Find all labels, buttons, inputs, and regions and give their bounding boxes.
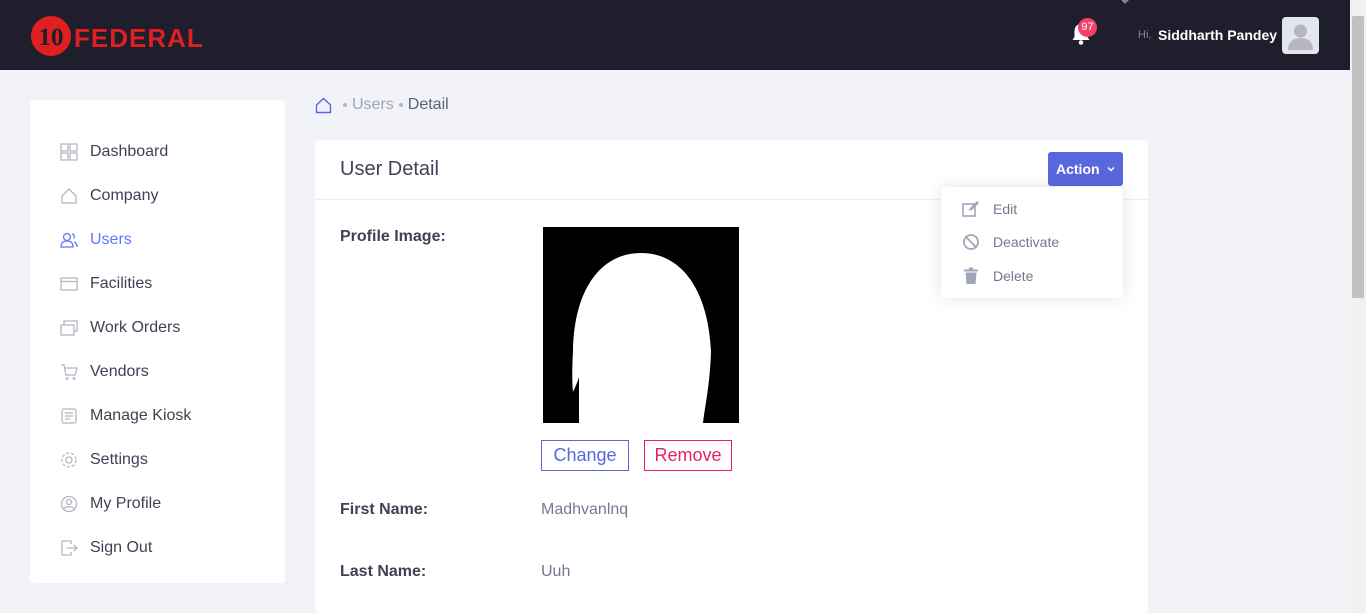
greeting-text: Hi,	[1138, 29, 1152, 41]
last-name-label: Last Name:	[340, 563, 427, 580]
first-name-label: First Name:	[340, 501, 429, 518]
sidebar-item-label: Sign Out	[90, 539, 153, 556]
top-caret-icon	[1121, 0, 1129, 4]
avatar[interactable]	[1282, 17, 1319, 54]
remove-image-button[interactable]: Remove	[644, 440, 732, 471]
notification-badge: 97	[1078, 18, 1097, 37]
sidebar-item-manage-kiosk[interactable]: Manage Kiosk	[30, 396, 285, 436]
sidebar-item-dashboard[interactable]: Dashboard	[30, 132, 285, 172]
delete-menu-item[interactable]: Delete	[941, 261, 1123, 291]
first-name-value: Madhvanlnq	[541, 501, 629, 518]
profile-image	[543, 227, 739, 423]
cart-icon	[61, 364, 78, 380]
sidebar-item-sign-out[interactable]: Sign Out	[30, 528, 285, 568]
profile-image-label: Profile Image:	[340, 228, 446, 245]
action-dropdown-menu: Edit Deactivate Delete	[941, 187, 1123, 298]
brand-logo[interactable]: 10 FEDERAL	[30, 14, 240, 58]
sidebar-item-label: Manage Kiosk	[90, 407, 192, 424]
trash-icon	[964, 267, 978, 284]
sidebar-item-label: Vendors	[90, 363, 149, 380]
deactivate-label: Deactivate	[993, 234, 1060, 250]
card-title: User Detail	[340, 158, 439, 180]
users-icon	[60, 232, 78, 248]
breadcrumb-separator	[343, 103, 347, 107]
edit-label: Edit	[993, 201, 1018, 217]
deactivate-menu-item[interactable]: Deactivate	[941, 227, 1123, 257]
sidebar-item-facilities[interactable]: Facilities	[30, 264, 285, 304]
action-dropdown-button[interactable]: Action	[1048, 152, 1123, 186]
sign-out-icon	[61, 540, 78, 556]
sidebar-item-label: Settings	[90, 451, 148, 468]
last-name-value: Uuh	[541, 563, 571, 580]
sidebar-item-settings[interactable]: Settings	[30, 440, 285, 480]
svg-text:FEDERAL: FEDERAL	[74, 23, 204, 53]
sidebar-item-label: Company	[90, 187, 159, 204]
change-image-button[interactable]: Change	[541, 440, 629, 471]
breadcrumb-current: Detail	[407, 96, 449, 113]
work-orders-icon	[60, 320, 78, 336]
sidebar-item-label: My Profile	[90, 495, 162, 512]
user-circle-icon	[60, 495, 78, 513]
dashboard-icon	[60, 143, 78, 161]
ban-icon	[963, 234, 979, 250]
edit-menu-item[interactable]: Edit	[941, 194, 1123, 224]
scrollbar-thumb[interactable]	[1352, 16, 1364, 298]
sidebar-item-label: Users	[90, 231, 132, 248]
home-icon[interactable]	[315, 97, 332, 114]
gear-icon	[61, 452, 77, 468]
breadcrumb-users-link[interactable]: Users	[352, 96, 394, 114]
sidebar-item-my-profile[interactable]: My Profile	[30, 484, 285, 524]
breadcrumb: Users Detail	[315, 94, 449, 116]
chevron-down-icon	[1107, 166, 1115, 172]
svg-text:10: 10	[39, 24, 64, 51]
sidebar-item-work-orders[interactable]: Work Orders	[30, 308, 285, 348]
sidebar-item-label: Dashboard	[90, 143, 169, 160]
breadcrumb-separator	[398, 103, 403, 107]
sidebar-item-label: Work Orders	[90, 319, 181, 336]
user-name[interactable]: Siddharth Pandey	[1158, 27, 1277, 43]
home-icon	[61, 188, 77, 204]
sidebar-item-label: Facilities	[90, 275, 153, 292]
sidebar-item-vendors[interactable]: Vendors	[30, 352, 285, 392]
edit-icon	[962, 201, 979, 217]
action-button-label: Action	[1056, 161, 1100, 177]
sidebar: Dashboard Company Users Facilities Work …	[30, 100, 285, 583]
kiosk-icon	[61, 408, 77, 424]
delete-label: Delete	[993, 268, 1034, 284]
facilities-icon	[60, 277, 78, 291]
sidebar-item-users[interactable]: Users	[30, 220, 285, 260]
sidebar-item-company[interactable]: Company	[30, 176, 285, 216]
